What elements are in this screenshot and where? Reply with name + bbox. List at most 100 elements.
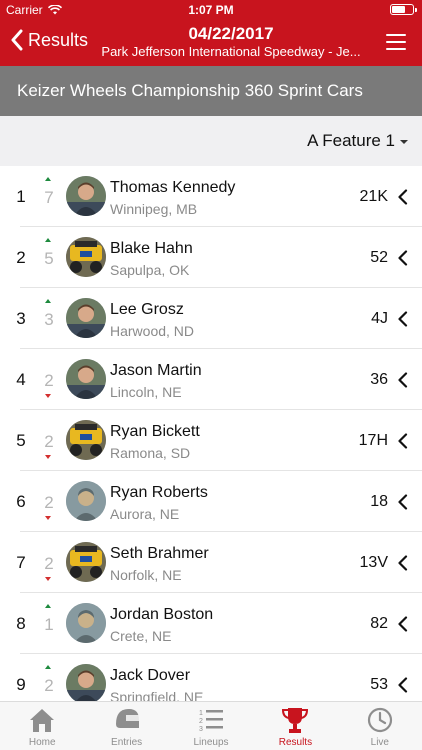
driver-avatar: [66, 298, 106, 338]
back-button[interactable]: Results: [10, 29, 88, 51]
chevron-left-icon: [398, 616, 408, 632]
driver-avatar: [66, 359, 106, 399]
arrow-up-icon: [45, 665, 51, 669]
status-time: 1:07 PM: [188, 3, 234, 17]
position-change-value: 2: [44, 432, 54, 451]
tab-results[interactable]: Results: [253, 702, 337, 750]
tab-label: Home: [28, 737, 56, 748]
position-number: 1: [16, 187, 26, 206]
result-row[interactable]: 7 2 Seth Brahmer Norfolk, NE 13V: [0, 532, 422, 593]
position-change: 1: [40, 601, 58, 646]
driver-avatar: [66, 176, 106, 216]
driver-hometown: Lincoln, NE: [110, 384, 182, 400]
position-change: 2: [40, 418, 58, 463]
driver-avatar: [66, 542, 106, 582]
position-change: 7: [40, 174, 58, 219]
clock-icon: [365, 706, 395, 734]
feature-dropdown[interactable]: A Feature 1: [307, 131, 408, 151]
position-change: 2: [40, 357, 58, 402]
driver-name: Blake Hahn: [110, 240, 193, 257]
chevron-left-icon: [398, 494, 408, 510]
position-change: 3: [40, 296, 58, 341]
driver-name: Seth Brahmer: [110, 545, 209, 562]
tab-label: Entries: [111, 737, 143, 748]
driver-hometown: Ramona, SD: [110, 445, 191, 461]
position-change-value: 2: [44, 554, 54, 573]
position-number: 4: [16, 370, 26, 389]
trophy-icon: [280, 706, 310, 734]
svg-text:2: 2: [199, 718, 203, 725]
driver-avatar: [66, 420, 106, 460]
results-list[interactable]: 1 7 Thomas Kennedy Winnipeg, MB 21K 2 5 …: [0, 166, 422, 701]
car-number: 13V: [359, 554, 388, 571]
position-change-value: 7: [44, 188, 54, 207]
driver-name: Jordan Boston: [110, 606, 214, 623]
arrow-up-icon: [45, 177, 51, 181]
position-change: 2: [40, 479, 58, 524]
caret-down-icon: [400, 140, 408, 144]
driver-hometown: Winnipeg, MB: [110, 201, 198, 217]
nav-title-block: 04/22/2017 Park Jefferson International …: [92, 24, 370, 60]
chevron-left-icon: [398, 372, 408, 388]
chevron-left-icon: [398, 677, 408, 693]
status-bar: Carrier 1:07 PM: [0, 0, 422, 20]
home-icon: [27, 706, 57, 734]
chevron-left-icon: [398, 250, 408, 266]
tab-lineups[interactable]: 1 2 3 Lineups: [169, 702, 253, 750]
position-change-value: 1: [44, 615, 54, 634]
tab-label: Results: [278, 737, 313, 748]
chevron-left-icon: [398, 189, 408, 205]
car-number: 18: [370, 493, 388, 510]
driver-hometown: Springfield, NE: [110, 689, 204, 701]
result-row[interactable]: 2 5 Blake Hahn Sapulpa, OK 52: [0, 227, 422, 288]
svg-text:1: 1: [199, 710, 203, 717]
track-name: Park Jefferson International Speedway - …: [101, 44, 361, 59]
result-row[interactable]: 8 1 Jordan Boston Crete, NE 82: [0, 593, 422, 654]
result-row[interactable]: 1 7 Thomas Kennedy Winnipeg, MB 21K: [0, 166, 422, 227]
tab-live[interactable]: Live: [338, 702, 422, 750]
car-number: 21K: [359, 188, 388, 205]
tab-entries[interactable]: Entries: [84, 702, 168, 750]
tab-home[interactable]: Home: [0, 702, 84, 750]
event-header: Keizer Wheels Championship 360 Sprint Ca…: [0, 66, 422, 116]
position-change-value: 2: [44, 371, 54, 390]
driver-avatar: [66, 664, 106, 701]
driver-hometown: Aurora, NE: [110, 506, 180, 522]
driver-hometown: Crete, NE: [110, 628, 172, 644]
result-row[interactable]: 3 3 Lee Grosz Harwood, ND 4J: [0, 288, 422, 349]
tab-bar: Home Entries 1 2 3 Lineups Results Live: [0, 701, 422, 750]
arrow-up-icon: [45, 604, 51, 608]
car-number: 36: [370, 371, 388, 388]
result-row[interactable]: 6 2 Ryan Roberts Aurora, NE 18: [0, 471, 422, 532]
chevron-left-icon: [398, 555, 408, 571]
position-number: 9: [16, 675, 26, 694]
menu-button[interactable]: [386, 33, 408, 51]
feature-label: A Feature 1: [307, 131, 395, 150]
position-change-value: 5: [44, 249, 54, 268]
arrow-up-icon: [45, 299, 51, 303]
car-number: 53: [370, 676, 388, 693]
position-number: 8: [16, 614, 26, 633]
driver-name: Ryan Roberts: [110, 484, 208, 501]
position-change-value: 2: [44, 493, 54, 512]
battery-icon: [390, 4, 417, 15]
svg-text:3: 3: [199, 726, 203, 733]
result-row[interactable]: 5 2 Ryan Bickett Ramona, SD 17H: [0, 410, 422, 471]
position-change: 5: [40, 235, 58, 280]
event-title: Keizer Wheels Championship 360 Sprint Ca…: [17, 81, 363, 100]
result-row[interactable]: 9 2 Jack Dover Springfield, NE 53: [0, 654, 422, 701]
page-title: 04/22/2017: [188, 24, 274, 43]
position-number: 2: [16, 248, 26, 267]
nav-bar: Results 04/22/2017 Park Jefferson Intern…: [0, 20, 422, 66]
driver-name: Ryan Bickett: [110, 423, 200, 440]
position-number: 6: [16, 492, 26, 511]
arrow-down-icon: [45, 394, 51, 398]
driver-hometown: Norfolk, NE: [110, 567, 182, 583]
driver-avatar: [66, 603, 106, 643]
driver-avatar: [66, 237, 106, 277]
feature-bar: A Feature 1: [0, 116, 422, 166]
chevron-left-icon: [398, 433, 408, 449]
driver-name: Jack Dover: [110, 667, 191, 684]
result-row[interactable]: 4 2 Jason Martin Lincoln, NE 36: [0, 349, 422, 410]
arrow-down-icon: [45, 516, 51, 520]
